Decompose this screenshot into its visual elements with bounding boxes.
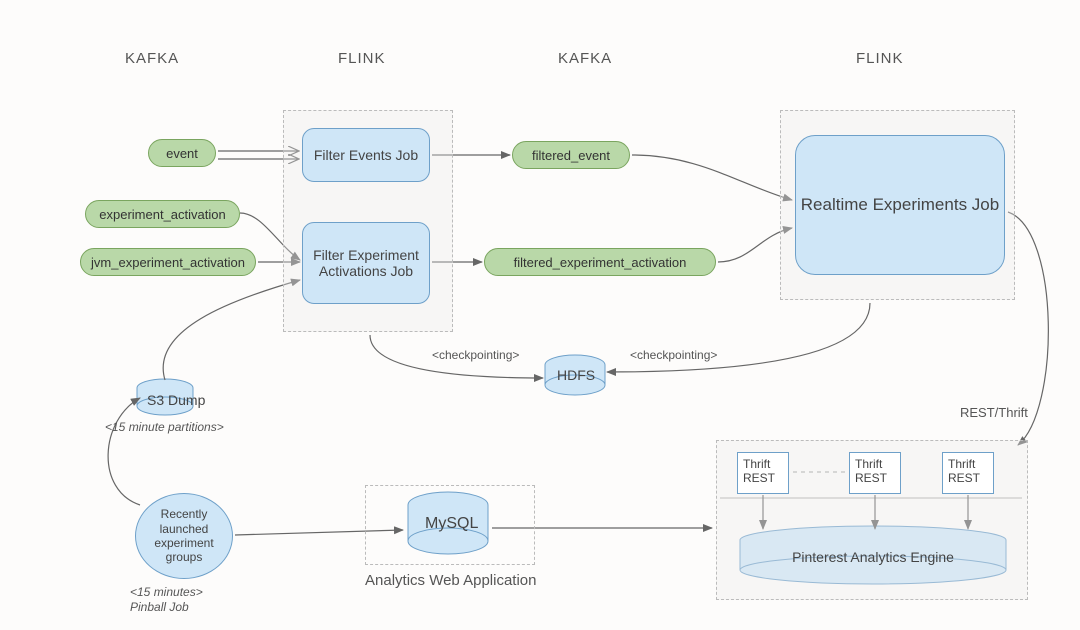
col-kafka-1: KAFKA xyxy=(125,50,179,67)
anno-pinball-job: Pinball Job xyxy=(130,600,189,614)
job-filter-events: Filter Events Job xyxy=(302,128,430,182)
anno-analytics-app: Analytics Web Application xyxy=(365,572,536,589)
anno-s3-partitions: <15 minute partitions> xyxy=(105,420,224,434)
topic-filtered-event: filtered_event xyxy=(512,141,630,169)
anno-checkpointing-right: <checkpointing> xyxy=(630,348,717,362)
job-filter-activations: Filter Experiment Activations Job xyxy=(302,222,430,304)
label-mysql: MySQL xyxy=(425,515,478,533)
anno-pinball-time: <15 minutes> xyxy=(130,585,203,599)
label-engine: Pinterest Analytics Engine xyxy=(790,549,956,565)
topic-jvm-experiment-activation: jvm_experiment_activation xyxy=(80,248,256,276)
col-flink-1: FLINK xyxy=(338,50,386,67)
thrift-rest-3: Thrift REST xyxy=(942,452,994,494)
job-realtime-experiments: Realtime Experiments Job xyxy=(795,135,1005,275)
label-s3: S3 Dump xyxy=(147,392,205,408)
thrift-rest-1: Thrift REST xyxy=(737,452,789,494)
col-flink-2: FLINK xyxy=(856,50,904,67)
topic-experiment-activation: experiment_activation xyxy=(85,200,240,228)
topic-event: event xyxy=(148,139,216,167)
node-recent-groups: Recently launched experiment groups xyxy=(135,493,233,579)
col-kafka-2: KAFKA xyxy=(558,50,612,67)
anno-rest-thrift: REST/Thrift xyxy=(960,405,1028,420)
anno-checkpointing-left: <checkpointing> xyxy=(432,348,519,362)
thrift-rest-2: Thrift REST xyxy=(849,452,901,494)
label-hdfs: HDFS xyxy=(557,367,595,383)
topic-filtered-experiment-activation: filtered_experiment_activation xyxy=(484,248,716,276)
